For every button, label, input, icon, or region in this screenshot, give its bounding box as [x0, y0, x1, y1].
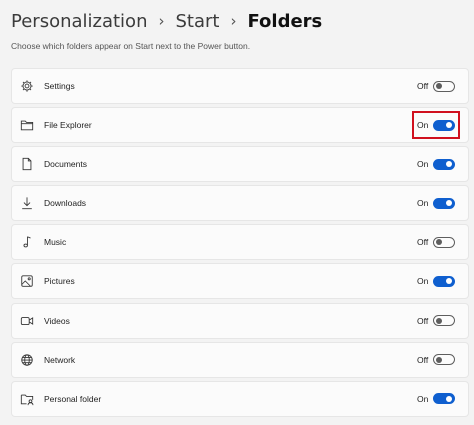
toggle-state-music: Off [417, 237, 429, 248]
personal-folder-icon [20, 392, 34, 406]
toggle-state-pictures: On [417, 276, 429, 287]
toggle-network[interactable] [433, 354, 455, 366]
toggle-knob [436, 317, 442, 324]
chevron-right-icon: › [230, 12, 237, 30]
page-description: Choose which folders appear on Start nex… [11, 41, 251, 51]
breadcrumb-personalization[interactable]: Personalization [11, 11, 147, 32]
toggle-music[interactable] [433, 236, 455, 248]
toggle-knob [446, 278, 452, 285]
breadcrumb: Personalization › Start › Folders [11, 9, 322, 33]
document-icon [20, 157, 34, 171]
folder-label-downloads: Downloads [44, 198, 87, 209]
folder-row-music: Music Off [11, 224, 469, 261]
toggle-state-settings: Off [417, 81, 429, 91]
folder-list: Settings Off File Explorer On Documents … [11, 68, 469, 420]
folder-icon [20, 118, 34, 132]
folder-label-pictures: Pictures [44, 276, 75, 287]
toggle-videos[interactable] [433, 315, 455, 327]
picture-icon [20, 274, 34, 288]
folder-label-videos: Videos [44, 315, 70, 326]
highlight-box [412, 111, 460, 140]
folder-label-personal-folder: Personal folder [44, 393, 102, 404]
folder-label-network: Network [44, 354, 76, 365]
folder-row-documents: Documents On [11, 146, 469, 183]
toggle-knob [446, 200, 452, 207]
toggle-knob [446, 395, 452, 402]
folder-row-personal-folder: Personal folder On [11, 380, 469, 417]
folder-row-network: Network Off [11, 341, 469, 378]
toggle-state-documents: On [417, 159, 429, 170]
folder-label-music: Music [44, 237, 67, 248]
toggle-state-videos: Off [417, 315, 429, 326]
toggle-knob [436, 356, 442, 363]
toggle-downloads[interactable] [433, 197, 455, 209]
page-title: Folders [247, 10, 323, 32]
folder-row-file-explorer: File Explorer On [11, 107, 469, 144]
breadcrumb-start[interactable]: Start [175, 11, 219, 32]
toggle-settings[interactable] [433, 80, 455, 92]
toggle-state-downloads: On [417, 198, 429, 209]
toggle-personal-folder[interactable] [433, 393, 455, 405]
network-icon [20, 353, 34, 367]
gear-icon [20, 79, 34, 93]
toggle-state-personal-folder: On [417, 393, 429, 404]
toggle-knob [436, 239, 442, 246]
toggle-documents[interactable] [433, 158, 455, 170]
folder-label-documents: Documents [44, 159, 87, 170]
folder-row-downloads: Downloads On [11, 185, 469, 222]
toggle-knob [446, 161, 452, 168]
download-icon [20, 196, 34, 210]
folder-row-settings: Settings Off [11, 68, 469, 104]
toggle-pictures[interactable] [433, 275, 455, 287]
folder-row-videos: Videos Off [11, 302, 469, 339]
folder-row-pictures: Pictures On [11, 263, 469, 300]
folder-label-settings: Settings [44, 81, 75, 91]
toggle-state-network: Off [417, 354, 429, 365]
folder-label-file-explorer: File Explorer [44, 120, 92, 131]
chevron-right-icon: › [158, 12, 165, 30]
toggle-knob [436, 83, 442, 89]
music-icon [20, 235, 34, 249]
video-icon [20, 314, 34, 328]
